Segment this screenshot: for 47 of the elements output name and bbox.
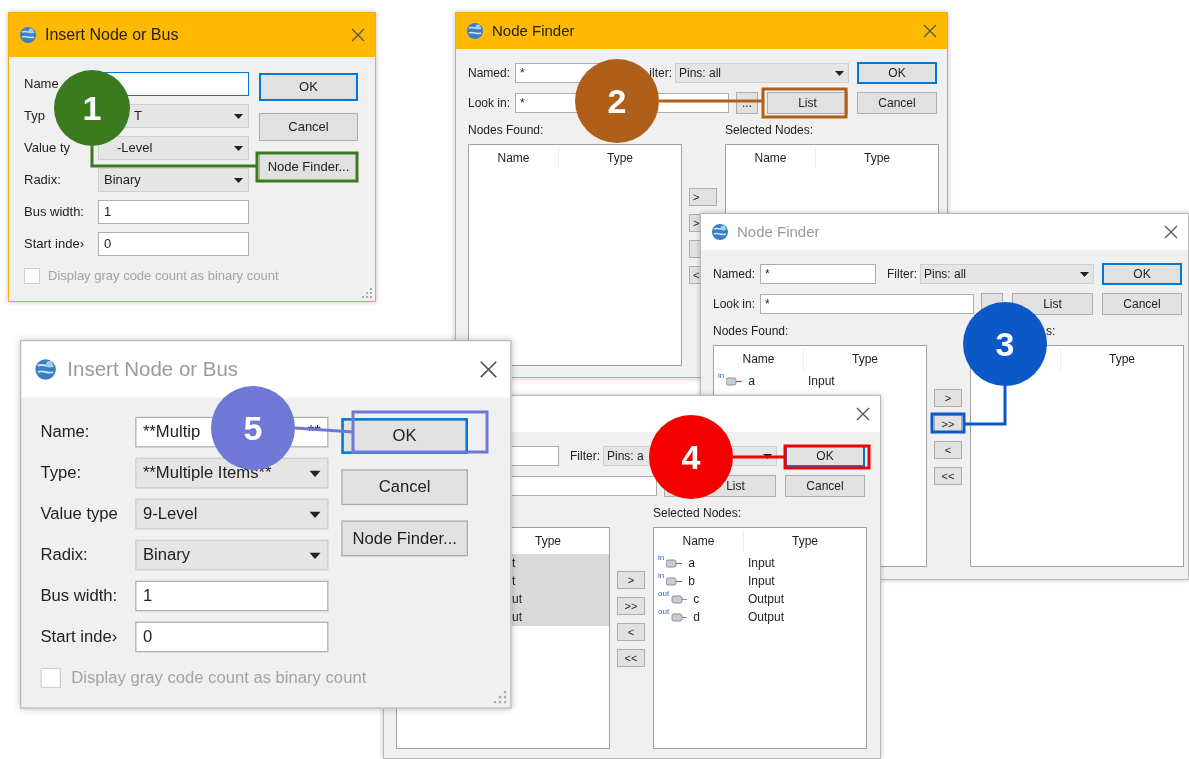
- pin-direction-label: out: [658, 590, 670, 598]
- field-label: ilter:: [648, 65, 673, 82]
- node-type: Output: [747, 591, 785, 608]
- pin-direction-label: in: [658, 554, 665, 562]
- node-name: a: [748, 373, 755, 390]
- pin-direction-label: in: [658, 572, 665, 580]
- node-name: b: [688, 573, 695, 590]
- checkbox-label: Display gray code count as binary count: [48, 267, 279, 286]
- node-type: Input: [747, 573, 775, 590]
- section-label: s:: [1045, 324, 1056, 338]
- field-label: Typ: [24, 108, 45, 124]
- field-label: Radix:: [24, 172, 61, 188]
- section-label: Selected Nodes:: [653, 506, 742, 520]
- window-title: Insert Node or Bus: [45, 25, 179, 45]
- node-name: a: [688, 555, 695, 572]
- node-type: t: [511, 555, 516, 572]
- field-label: Name:: [40, 422, 90, 442]
- section-label: Nodes Found:: [468, 123, 545, 137]
- field-label: Type:: [40, 463, 82, 483]
- pin-direction-label: in: [718, 372, 725, 380]
- field-label: Filter:: [886, 266, 918, 283]
- checkbox-label: Display gray code count as binary count: [71, 667, 367, 690]
- node-type: ut: [511, 591, 522, 608]
- section-label: Selected Nodes:: [725, 123, 814, 137]
- section-label: Nodes Found:: [713, 324, 790, 338]
- node-type: t: [511, 573, 516, 590]
- node-type: Input: [747, 555, 775, 572]
- node-type: ut: [511, 609, 522, 626]
- node-type: Output: [747, 609, 785, 626]
- field-label: Value type: [40, 504, 118, 524]
- field-label: Named:: [713, 266, 757, 283]
- field-label: Look in:: [713, 296, 757, 313]
- field-label: Filter:: [569, 448, 601, 465]
- window-title: Insert Node or Bus: [67, 356, 239, 382]
- field-label: Bus width:: [40, 586, 118, 606]
- pin-direction-label: out: [658, 608, 670, 616]
- node-name: c: [693, 591, 700, 608]
- field-label: Start inde›: [24, 236, 84, 252]
- field-label: Start inde›: [40, 627, 118, 647]
- field-label: Look in:: [468, 95, 512, 112]
- field-label: Radix:: [40, 545, 88, 565]
- field-label: Bus width:: [24, 204, 84, 220]
- node-type: Input: [807, 373, 835, 390]
- field-label: Named:: [468, 65, 512, 82]
- window-title: Node Finder: [492, 20, 575, 41]
- window-title: Node Finder: [737, 221, 820, 242]
- node-name: d: [693, 609, 700, 626]
